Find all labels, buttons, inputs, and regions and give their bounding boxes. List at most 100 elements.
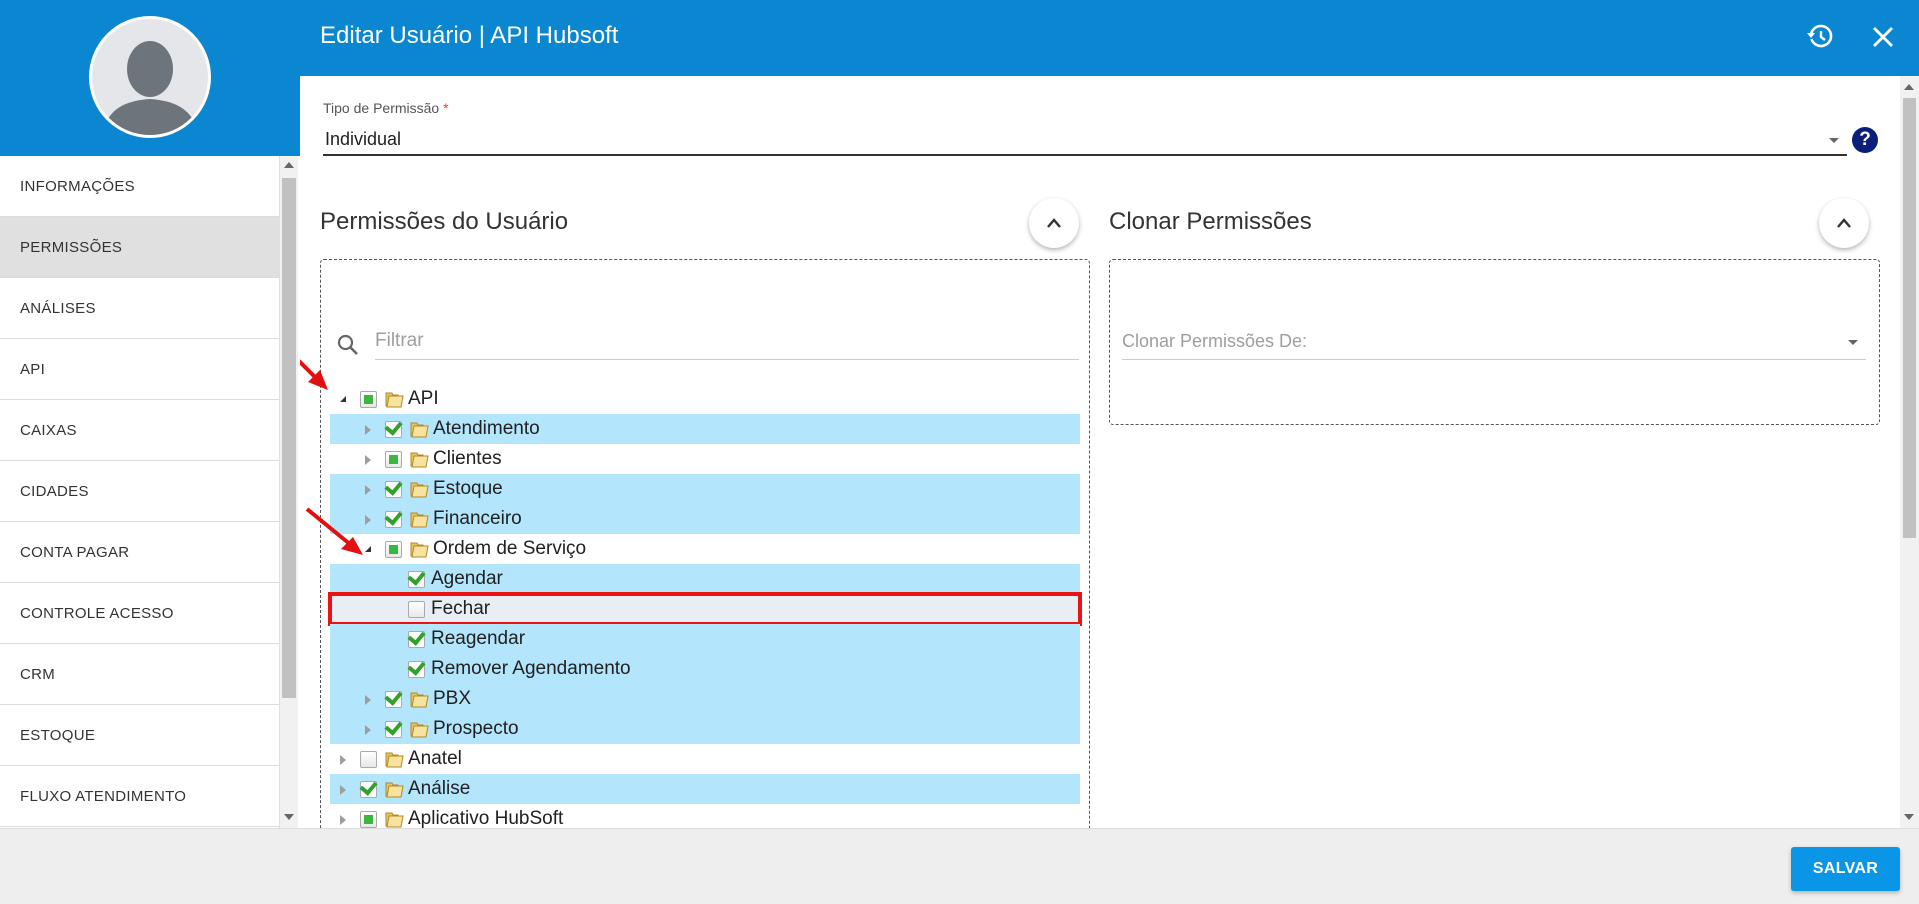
tree-node[interactable]: Prospecto xyxy=(330,714,1080,744)
tree-collapsed-icon[interactable] xyxy=(365,695,371,705)
chevron-up-icon xyxy=(1047,218,1061,228)
tree-collapsed-icon[interactable] xyxy=(365,725,371,735)
user-silhouette-icon xyxy=(102,41,199,135)
clone-permissions-select[interactable]: Clonar Permissões De: xyxy=(1122,324,1866,360)
tree-node-label: API xyxy=(408,388,439,409)
close-icon[interactable] xyxy=(1870,24,1896,50)
user-permissions-panel: Filtrar API Atendimento Clientes Estoque Fin… xyxy=(320,259,1090,828)
tree-checkbox[interactable] xyxy=(385,481,402,498)
tree-node-label: Anatel xyxy=(408,748,462,769)
permission-tree: API Atendimento Clientes Estoque Financeiro O… xyxy=(328,384,1082,828)
main-content: Tipo de Permissão * Individual ? Permiss… xyxy=(300,76,1900,828)
tree-node[interactable]: PBX xyxy=(330,684,1080,714)
required-mark: * xyxy=(443,100,449,116)
tree-node-label: Agendar xyxy=(431,568,503,589)
tree-collapsed-icon[interactable] xyxy=(365,425,371,435)
clone-permissions-title: Clonar Permissões xyxy=(1109,208,1312,235)
permission-type-select[interactable]: Individual xyxy=(323,126,1847,156)
tree-expanded-icon[interactable] xyxy=(340,396,346,402)
tree-node[interactable]: Remover Agendamento xyxy=(330,654,1080,684)
tree-node[interactable]: Atendimento xyxy=(330,414,1080,444)
sidebar-item-permiss-es[interactable]: PERMISSÕES xyxy=(0,217,279,278)
tree-node[interactable]: Análise xyxy=(330,774,1080,804)
help-icon[interactable]: ? xyxy=(1852,127,1878,153)
tree-node[interactable]: API xyxy=(330,384,1080,414)
tree-checkbox[interactable] xyxy=(408,631,425,648)
tree-node-label: PBX xyxy=(433,688,472,709)
tree-node-label: Clientes xyxy=(433,448,502,469)
sidebar-item-caixas[interactable]: CAIXAS xyxy=(0,400,279,461)
sidebar-item-crm[interactable]: CRM xyxy=(0,644,279,705)
sidebar-item-api[interactable]: API xyxy=(0,339,279,400)
tree-node[interactable]: Anatel xyxy=(330,744,1080,774)
collapse-user-permissions-button[interactable] xyxy=(1029,198,1079,248)
tree-collapsed-icon[interactable] xyxy=(340,755,346,765)
filter-input[interactable]: Filtrar xyxy=(375,324,1079,360)
tree-node[interactable]: Reagendar xyxy=(330,624,1080,654)
scroll-up-arrow-icon[interactable] xyxy=(1904,84,1914,90)
tree-collapsed-icon[interactable] xyxy=(340,785,346,795)
folder-icon xyxy=(410,420,429,438)
tree-node-label: Atendimento xyxy=(433,418,540,439)
tree-checkbox[interactable] xyxy=(385,721,402,738)
sidebar-item-informa-es[interactable]: INFORMAÇÕES xyxy=(0,156,279,217)
tree-node-label: Estoque xyxy=(433,478,503,499)
tree-checkbox[interactable] xyxy=(360,781,377,798)
permission-type-label-text: Tipo de Permissão xyxy=(323,100,440,116)
tree-checkbox[interactable] xyxy=(360,751,377,768)
sidebar-header xyxy=(0,0,300,156)
dropdown-caret-icon[interactable] xyxy=(1829,138,1839,143)
main-scrollbar[interactable] xyxy=(1900,76,1919,828)
tree-checkbox[interactable] xyxy=(385,511,402,528)
bottom-bar: SALVAR xyxy=(0,828,1919,904)
tree-collapsed-icon[interactable] xyxy=(365,455,371,465)
tree-checkbox[interactable] xyxy=(385,421,402,438)
scroll-up-arrow-icon[interactable] xyxy=(284,162,294,168)
scroll-down-arrow-icon[interactable] xyxy=(1904,814,1914,820)
tree-checkbox[interactable] xyxy=(360,391,377,408)
tree-checkbox[interactable] xyxy=(408,661,425,678)
tree-checkbox[interactable] xyxy=(408,571,425,588)
permission-type-label: Tipo de Permissão * xyxy=(323,100,449,116)
tree-checkbox[interactable] xyxy=(385,451,402,468)
save-button[interactable]: SALVAR xyxy=(1791,847,1900,891)
tree-node[interactable]: Agendar xyxy=(330,564,1080,594)
sidebar: INFORMAÇÕES PERMISSÕES ANÁLISES API CAIXAS CI… xyxy=(0,0,300,828)
sidebar-item-controle-acesso[interactable]: CONTROLE ACESSO xyxy=(0,583,279,644)
history-icon[interactable] xyxy=(1806,22,1834,50)
tree-node[interactable]: Aplicativo HubSoft xyxy=(330,804,1080,828)
dropdown-caret-icon[interactable] xyxy=(1848,340,1858,345)
tree-checkbox[interactable] xyxy=(408,601,425,618)
chevron-up-icon xyxy=(1837,218,1851,228)
tree-node-label: Análise xyxy=(408,778,471,799)
search-icon xyxy=(337,334,358,355)
permission-type-value: Individual xyxy=(325,129,402,149)
collapse-clone-permissions-button[interactable] xyxy=(1819,198,1869,248)
tree-node[interactable]: Financeiro xyxy=(330,504,1080,534)
sidebar-item-cidades[interactable]: CIDADES xyxy=(0,461,279,522)
tree-node[interactable]: Ordem de Serviço xyxy=(330,534,1080,564)
scroll-thumb[interactable] xyxy=(282,178,296,698)
user-permissions-title: Permissões do Usuário xyxy=(320,208,569,235)
sidebar-item-conta-pagar[interactable]: CONTA PAGAR xyxy=(0,522,279,583)
sidebar-scrollbar[interactable] xyxy=(280,156,298,828)
tree-checkbox[interactable] xyxy=(360,811,377,828)
tree-node[interactable]: Fechar xyxy=(328,592,1082,626)
tree-checkbox[interactable] xyxy=(385,691,402,708)
tree-node[interactable]: Estoque xyxy=(330,474,1080,504)
tree-node-label: Remover Agendamento xyxy=(431,658,631,679)
tree-collapsed-icon[interactable] xyxy=(340,815,346,825)
folder-icon xyxy=(410,450,429,468)
sidebar-item-an-lises[interactable]: ANÁLISES xyxy=(0,278,279,339)
scroll-thumb[interactable] xyxy=(1903,98,1916,538)
sidebar-item-fluxo-atendimento[interactable]: FLUXO ATENDIMENTO xyxy=(0,766,279,827)
tree-collapsed-icon[interactable] xyxy=(365,485,371,495)
sidebar-item-estoque[interactable]: ESTOQUE xyxy=(0,705,279,766)
tree-node[interactable]: Clientes xyxy=(330,444,1080,474)
tree-node-label: Aplicativo HubSoft xyxy=(408,808,564,828)
tree-checkbox[interactable] xyxy=(385,541,402,558)
folder-icon xyxy=(385,750,404,768)
tree-node-label: Prospecto xyxy=(433,718,519,739)
annotation-arrow-icon xyxy=(300,359,328,390)
scroll-down-arrow-icon[interactable] xyxy=(284,814,294,820)
